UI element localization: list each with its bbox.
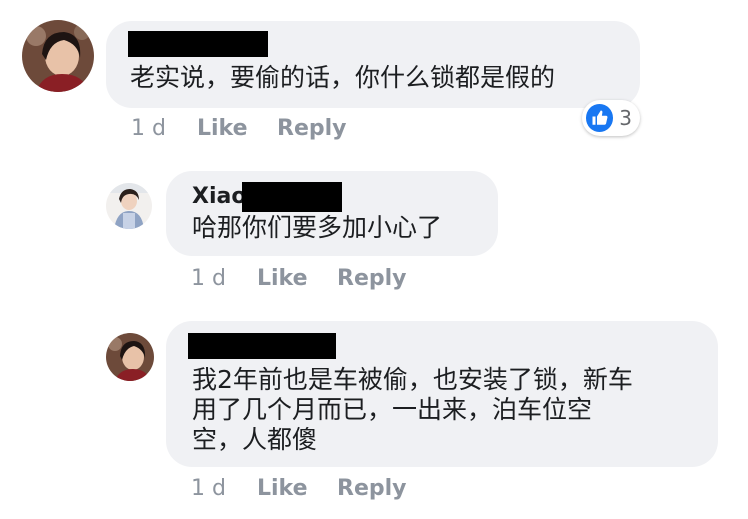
comment-text-line: 用了几个月而已，一出来，泊车位空 (192, 395, 593, 424)
comment-text-line: 我2年前也是车被偷，也安装了锁，新车 (192, 365, 633, 394)
comment-text-line: 老实说，要偷的话，你什么锁都是假的 (130, 63, 556, 92)
comment-actions: 1 d Like Reply (131, 116, 431, 142)
thumbs-up-icon (586, 104, 614, 132)
reaction-count: 3 (619, 106, 632, 130)
avatar[interactable] (106, 183, 152, 229)
comment-bubble: 老实说，要偷的话，你什么锁都是假的 (106, 21, 640, 108)
like-button[interactable]: Like (197, 116, 248, 142)
reply-button[interactable]: Reply (337, 266, 407, 292)
comment-bubble: 我2年前也是车被偷，也安装了锁，新车 用了几个月而已，一出来，泊车位空 空，人都… (166, 321, 718, 467)
redacted-author-name (188, 333, 336, 359)
redacted-author-name (242, 182, 342, 212)
comment-text: 老实说，要偷的话，你什么锁都是假的 (130, 63, 555, 93)
comment-text-line: 哈那你们要多加小心了 (192, 213, 443, 242)
redacted-author-name (128, 31, 268, 57)
comment-actions: 1 d Like Reply (191, 266, 491, 292)
like-button[interactable]: Like (257, 476, 308, 502)
reply-button[interactable]: Reply (277, 116, 347, 142)
comment-text-line: 空，人都傻 (192, 425, 318, 454)
comment-text: 哈那你们要多加小心了 (192, 213, 442, 243)
comment-timestamp[interactable]: 1 d (131, 116, 166, 142)
avatar[interactable] (22, 20, 94, 92)
comment-timestamp[interactable]: 1 d (191, 266, 226, 292)
comment-timestamp[interactable]: 1 d (191, 476, 226, 502)
avatar[interactable] (106, 333, 154, 381)
comment-bubble: Xiao 哈那你们要多加小心了 (166, 171, 498, 256)
like-button[interactable]: Like (257, 266, 308, 292)
reply-button[interactable]: Reply (337, 476, 407, 502)
comment-actions: 1 d Like Reply (191, 476, 491, 502)
comment-text: 我2年前也是车被偷，也安装了锁，新车 用了几个月而已，一出来，泊车位空 空，人都… (192, 365, 633, 455)
comment-author-name[interactable]: Xiao (192, 184, 246, 210)
reaction-summary[interactable]: 3 (582, 100, 640, 136)
